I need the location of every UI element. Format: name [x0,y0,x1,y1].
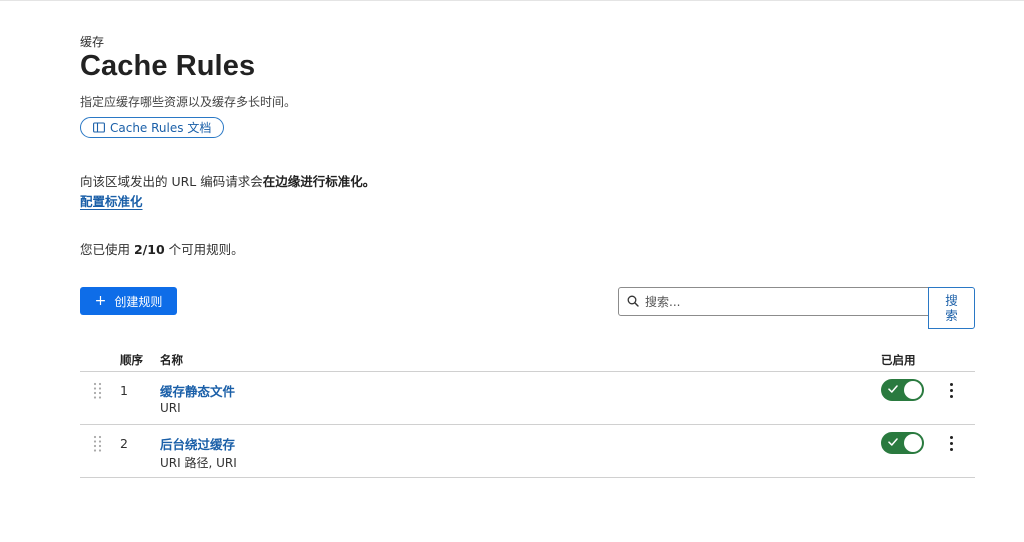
book-icon [93,122,105,133]
section-eyebrow: 缓存 [80,35,105,49]
more-options-icon[interactable] [944,433,958,453]
search-group: 搜索 [618,287,975,329]
rule-enabled-toggle[interactable] [881,379,924,401]
check-icon [888,438,898,446]
create-rule-button[interactable]: + 创建规则 [80,287,177,315]
configure-normalization-link[interactable]: 配置标准化 [80,191,143,210]
create-rule-label: 创建规则 [114,294,163,309]
usage-suffix: 个可用规则。 [164,242,244,257]
column-header-enabled: 已启用 [881,353,916,367]
table-row: 2 后台绕过缓存 URI 路径, URI [80,425,975,478]
column-header-name: 名称 [160,353,183,367]
page-subtitle: 指定应缓存哪些资源以及缓存多长时间。 [80,95,297,109]
docs-link-button[interactable]: Cache Rules 文档 [80,117,224,138]
search-input[interactable] [645,294,915,309]
docs-link-label: Cache Rules 文档 [110,121,212,135]
table-row: 1 缓存静态文件 URI [80,372,975,425]
rules-table: 顺序 名称 已启用 1 缓存静态文件 URI 2 后台绕过缓存 URI 路径, … [80,345,975,478]
normalization-text-bold: 在边缘进行标准化。 [262,174,376,189]
check-icon [888,385,898,393]
plus-icon: + [94,293,107,309]
search-icon [627,292,639,311]
search-button[interactable]: 搜索 [928,287,975,329]
top-border [0,0,1024,1]
rule-match-type: URI 路径, URI [160,456,237,470]
normalization-text: 向该区域发出的 URL 编码请求会在边缘进行标准化。 [80,171,375,190]
page-title: Cache Rules [80,50,256,82]
drag-handle-icon[interactable] [93,382,102,399]
drag-handle-icon[interactable] [93,435,102,452]
usage-text: 您已使用 2/10 个可用规则。 [80,239,244,258]
rule-enabled-toggle[interactable] [881,432,924,454]
usage-prefix: 您已使用 [80,242,134,257]
usage-count: 2/10 [133,242,165,257]
more-options-icon[interactable] [944,380,958,400]
toggle-knob [904,434,922,452]
table-header: 顺序 名称 已启用 [80,345,975,372]
rule-match-type: URI [160,401,181,415]
column-header-order: 顺序 [120,353,143,367]
toggle-knob [904,381,922,399]
search-field [618,287,929,316]
rule-order: 2 [120,436,128,451]
rule-name-link[interactable]: 后台绕过缓存 [160,434,235,453]
rule-name-link[interactable]: 缓存静态文件 [160,381,235,400]
normalization-text-prefix: 向该区域发出的 URL 编码请求会 [80,174,263,189]
rule-order: 1 [120,383,128,398]
